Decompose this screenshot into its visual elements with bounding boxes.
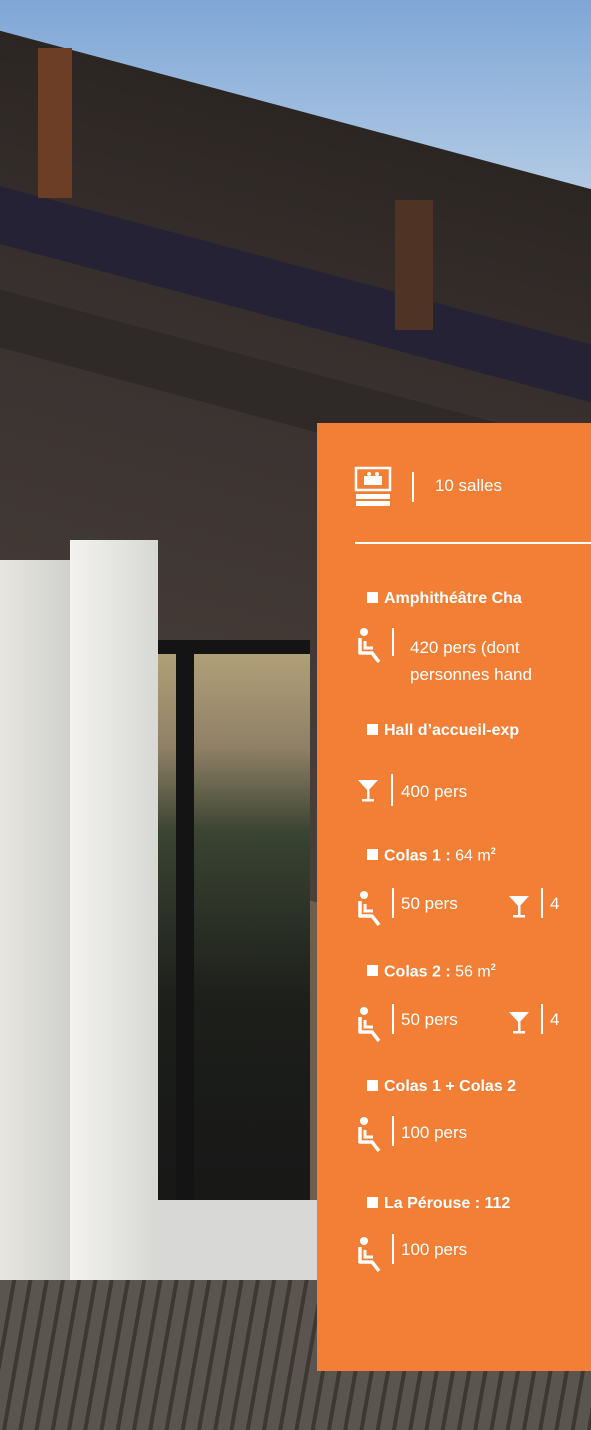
seated-person-icon	[358, 628, 381, 663]
cocktail-glass-icon	[509, 896, 529, 918]
hall-title: Hall d’accueil-exp	[367, 722, 519, 740]
amphi-line-1: 420 pers (dont	[410, 638, 520, 657]
beam	[38, 48, 72, 198]
separator	[412, 472, 415, 502]
superscript: 2	[490, 962, 496, 972]
colas2-title: Colas 2 : 56 m2	[367, 962, 496, 981]
conference-room-icon	[354, 466, 392, 506]
perouse-seated-icon-wrap	[357, 1236, 383, 1272]
colas12-seated-icon-wrap	[357, 1116, 383, 1152]
separator	[392, 1116, 394, 1146]
amphi-title: Amphithéâtre Cha	[367, 590, 522, 608]
perouse-seated: 100 pers	[401, 1240, 468, 1259]
colas1-seated-icon-wrap	[357, 890, 383, 926]
separator	[541, 1004, 543, 1034]
amphi-line-2: personnes hand	[410, 665, 532, 684]
window-post	[176, 640, 194, 1240]
perouse-area: 112	[484, 1195, 511, 1212]
superscript: 2	[490, 846, 496, 856]
amphi-capacity-row	[357, 627, 383, 663]
cocktail-glass-icon	[358, 780, 378, 802]
divider	[355, 542, 591, 544]
colas1-cocktail-icon-wrap	[508, 894, 530, 918]
colas1-area: 64 m	[455, 847, 491, 865]
perouse-title: La Pérouse : 112	[367, 1195, 510, 1213]
bullet-square	[367, 724, 378, 735]
rooms-count: 10 salles	[434, 476, 503, 496]
rooms-row: 10 salles	[354, 466, 502, 508]
seated-person-icon	[358, 891, 381, 926]
colas2-cocktail-icon-wrap	[508, 1010, 530, 1034]
seated-person-icon	[358, 1237, 381, 1272]
colas1-seated: 50 pers	[401, 894, 458, 913]
venue-info-panel: 10 salles Amphithéâtre Cha 420 pers (don…	[317, 423, 591, 1371]
beam	[395, 200, 433, 330]
colas12-title: Colas 1 + Colas 2	[367, 1078, 516, 1096]
bullet-square	[367, 1197, 378, 1208]
separator	[392, 628, 394, 656]
cocktail-glass-icon	[509, 1012, 529, 1034]
colas1-title: Colas 1 : 64 m2	[367, 846, 496, 865]
colas2-cocktail: 4	[550, 1010, 560, 1029]
separator	[392, 1004, 394, 1034]
colas2-area: 56 m	[455, 963, 491, 981]
seated-person-icon	[358, 1007, 381, 1042]
separator	[392, 888, 394, 918]
white-pillar	[70, 540, 158, 1360]
separator	[391, 774, 393, 806]
colas12-seated: 100 pers	[401, 1123, 468, 1142]
colas2-seated-icon-wrap	[357, 1006, 383, 1042]
bullet-square	[367, 592, 378, 603]
colas1-cocktail: 4	[550, 894, 560, 913]
hall-cocktail: 400 pers	[401, 782, 468, 801]
bullet-square	[367, 965, 378, 977]
separator	[392, 1234, 394, 1264]
bullet-square	[367, 1080, 378, 1091]
separator	[541, 888, 543, 918]
seated-person-icon	[358, 1117, 381, 1152]
hall-capacity-row	[357, 778, 379, 802]
colas2-seated: 50 pers	[401, 1010, 458, 1029]
bullet-square	[367, 849, 378, 861]
